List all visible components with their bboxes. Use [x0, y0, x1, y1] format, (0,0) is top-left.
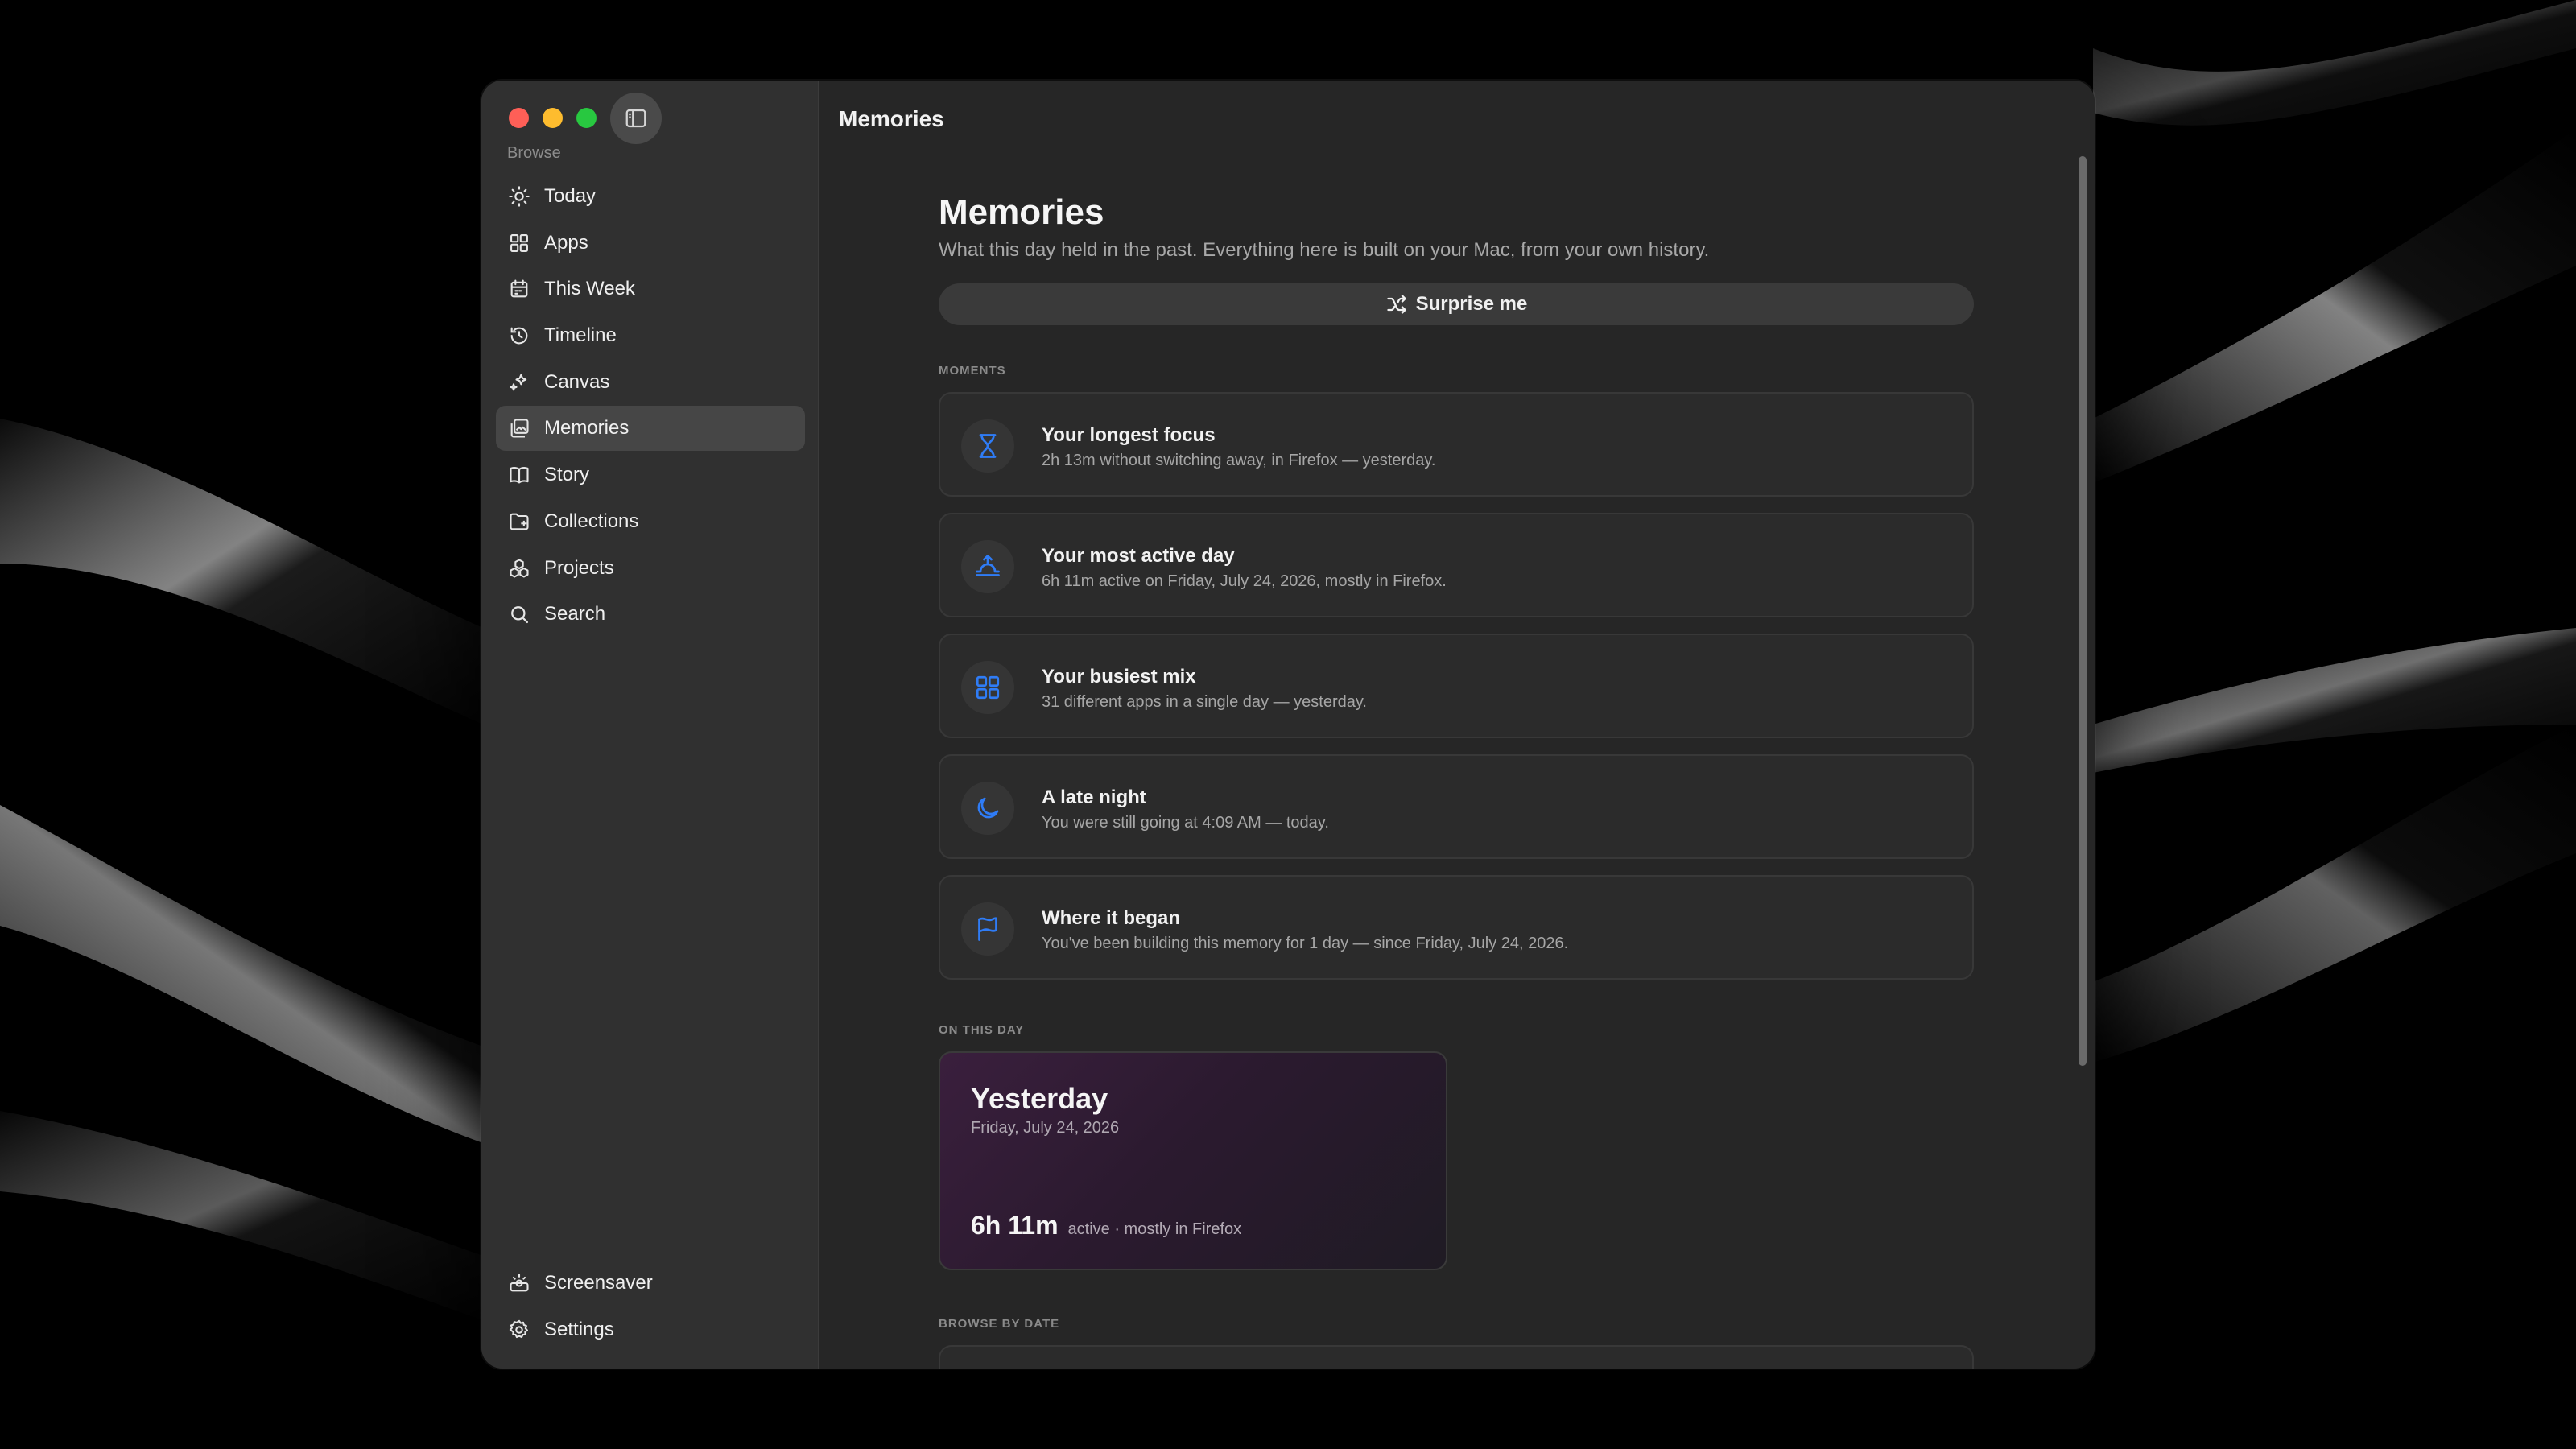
sidebar-item-label: This Week	[544, 278, 635, 300]
browse-by-date-panel[interactable]	[939, 1345, 1974, 1368]
sidebar-item-settings[interactable]: Settings	[496, 1307, 805, 1352]
sunrise-icon	[961, 540, 1014, 593]
moment-title: A late night	[1042, 786, 1146, 808]
zoom-window-button[interactable]	[576, 108, 597, 128]
day-card-date: Friday, July 24, 2026	[971, 1119, 1120, 1137]
flag-icon	[961, 902, 1014, 956]
moments-section-label: MOMENTS	[939, 364, 1006, 378]
sidebar: Browse Today Apps This Week Timeline Can…	[481, 80, 819, 1368]
moment-title: Your most active day	[1042, 545, 1235, 567]
day-card-title: Yesterday	[971, 1082, 1108, 1115]
day-card-hours: 6h 11m	[971, 1211, 1059, 1240]
sidebar-item-label: Today	[544, 185, 597, 207]
scrollbar[interactable]	[2079, 156, 2087, 1066]
sidebar-item-collections[interactable]: Collections	[496, 499, 805, 544]
moment-description: You were still going at 4:09 AM — today.	[1042, 814, 1329, 832]
grid-icon	[961, 661, 1014, 714]
moment-card-most-active-day[interactable]: Your most active day 6h 11m active on Fr…	[939, 513, 1974, 617]
moment-title: Your busiest mix	[1042, 666, 1196, 687]
moment-description: 6h 11m active on Friday, July 24, 2026, …	[1042, 572, 1447, 590]
sidebar-section-label: Browse	[507, 144, 561, 162]
sidebar-item-label: Canvas	[544, 370, 610, 393]
sun-icon	[507, 184, 531, 208]
photos-icon	[507, 416, 531, 440]
sidebar-item-label: Projects	[544, 556, 614, 579]
window-controls	[509, 108, 610, 128]
moment-card-late-night[interactable]: A late night You were still going at 4:0…	[939, 754, 1974, 859]
cubes-icon	[507, 556, 531, 580]
surprise-me-label: Surprise me	[1415, 293, 1528, 315]
sidebar-item-search[interactable]: Search	[496, 592, 805, 637]
moon-icon	[961, 782, 1014, 835]
browse-by-date-section-label: BROWSE BY DATE	[939, 1317, 1060, 1331]
on-this-day-card[interactable]: Yesterday Friday, July 24, 2026 6h 11m a…	[939, 1051, 1447, 1270]
window-title: Memories	[839, 106, 944, 131]
sidebar-item-this-week[interactable]: This Week	[496, 266, 805, 312]
day-card-detail: active · mostly in Firefox	[1067, 1220, 1242, 1238]
moment-description: 2h 13m without switching away, in Firefo…	[1042, 452, 1436, 469]
sidebar-item-canvas[interactable]: Canvas	[496, 360, 805, 405]
main-content: Memories Memories What this day held in …	[819, 80, 2095, 1368]
gear-icon	[507, 1318, 531, 1342]
close-window-button[interactable]	[509, 108, 529, 128]
sidebar-item-screensaver[interactable]: Screensaver	[496, 1261, 805, 1306]
memories-content: Memories What this day held in the past.…	[939, 192, 1974, 1368]
sidebar-nav: Today Apps This Week Timeline Canvas Mem…	[496, 174, 805, 638]
sidebar-item-projects[interactable]: Projects	[496, 546, 805, 591]
sidebar-item-label: Apps	[544, 231, 588, 254]
sidebar-item-story[interactable]: Story	[496, 452, 805, 497]
page-subtitle: What this day held in the past. Everythi…	[939, 239, 1710, 261]
sidebar-item-apps[interactable]: Apps	[496, 221, 805, 266]
moment-card-busiest-mix[interactable]: Your busiest mix 31 different apps in a …	[939, 634, 1974, 738]
sidebar-bottom-nav: Screensaver Settings	[496, 1261, 805, 1353]
sidebar-item-memories[interactable]: Memories	[496, 406, 805, 452]
on-this-day-section-label: ON THIS DAY	[939, 1023, 1025, 1037]
sparkles-icon	[507, 370, 531, 394]
sidebar-item-label: Screensaver	[544, 1272, 653, 1294]
hourglass-icon	[961, 419, 1014, 473]
search-icon	[507, 602, 531, 626]
sidebar-item-label: Story	[544, 464, 590, 486]
moment-description: 31 different apps in a single day — yest…	[1042, 693, 1367, 711]
moment-description: You've been building this memory for 1 d…	[1042, 935, 1569, 952]
page-title: Memories	[939, 192, 1104, 232]
sidebar-item-label: Timeline	[544, 324, 617, 347]
sidebar-item-label: Search	[544, 603, 606, 625]
sidebar-item-label: Collections	[544, 510, 639, 532]
screensaver-icon	[507, 1271, 531, 1295]
shuffle-icon	[1386, 295, 1406, 314]
moment-card-longest-focus[interactable]: Your longest focus 2h 13m without switch…	[939, 392, 1974, 497]
day-card-stat: 6h 11m active · mostly in Firefox	[971, 1211, 1241, 1241]
grid-icon	[507, 231, 531, 255]
folder-icon	[507, 510, 531, 534]
book-icon	[507, 463, 531, 487]
history-icon	[507, 324, 531, 348]
sidebar-item-today[interactable]: Today	[496, 174, 805, 219]
moment-title: Your longest focus	[1042, 424, 1216, 446]
moment-card-where-it-began[interactable]: Where it began You've been building this…	[939, 875, 1974, 980]
calendar-icon	[507, 277, 531, 301]
surprise-me-button[interactable]: Surprise me	[939, 283, 1974, 325]
sidebar-item-label: Memories	[544, 417, 630, 440]
sidebar-item-label: Settings	[544, 1318, 614, 1340]
minimize-window-button[interactable]	[543, 108, 563, 128]
moment-title: Where it began	[1042, 907, 1181, 929]
app-window: Browse Today Apps This Week Timeline Can…	[481, 80, 2095, 1368]
sidebar-item-timeline[interactable]: Timeline	[496, 313, 805, 358]
sidebar-toggle-button[interactable]	[610, 93, 662, 144]
sidebar-icon	[625, 109, 646, 128]
